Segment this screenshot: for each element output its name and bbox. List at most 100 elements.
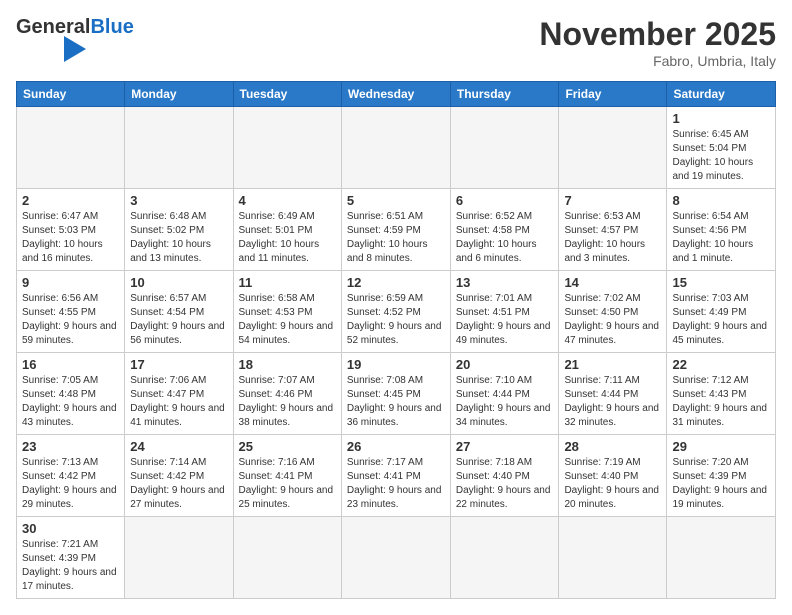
day-info: Sunrise: 7:20 AM Sunset: 4:39 PM Dayligh…: [672, 456, 770, 512]
calendar-cell: [341, 517, 450, 599]
calendar-cell: 3 Sunrise: 6:48 AM Sunset: 5:02 PM Daylig…: [125, 189, 233, 271]
calendar-week-5: 23 Sunrise: 7:13 AM Sunset: 4:42 PM Dayli…: [17, 435, 776, 517]
day-info: Sunrise: 7:18 AM Sunset: 4:40 PM Dayligh…: [456, 456, 554, 512]
day-number: 22: [672, 357, 770, 372]
day-info: Sunrise: 7:08 AM Sunset: 4:45 PM Dayligh…: [347, 374, 445, 430]
calendar-cell: [450, 517, 559, 599]
calendar-cell: 14 Sunrise: 7:02 AM Sunset: 4:50 PM Dayli…: [559, 271, 667, 353]
logo-triangle: [64, 36, 86, 62]
day-info: Sunrise: 6:54 AM Sunset: 4:56 PM Dayligh…: [672, 210, 770, 266]
day-info: Sunrise: 6:58 AM Sunset: 4:53 PM Dayligh…: [239, 292, 336, 348]
calendar-cell: 24 Sunrise: 7:14 AM Sunset: 4:42 PM Dayli…: [125, 435, 233, 517]
day-info: Sunrise: 6:47 AM Sunset: 5:03 PM Dayligh…: [22, 210, 119, 266]
day-info: Sunrise: 6:57 AM Sunset: 4:54 PM Dayligh…: [130, 292, 227, 348]
calendar-cell: [559, 107, 667, 189]
calendar-cell: 29 Sunrise: 7:20 AM Sunset: 4:39 PM Dayli…: [667, 435, 776, 517]
calendar-cell: 28 Sunrise: 7:19 AM Sunset: 4:40 PM Dayli…: [559, 435, 667, 517]
day-number: 18: [239, 357, 336, 372]
weekday-header-friday: Friday: [559, 82, 667, 107]
day-number: 27: [456, 439, 554, 454]
calendar-cell: [667, 517, 776, 599]
day-number: 9: [22, 275, 119, 290]
calendar-week-3: 9Sunrise: 6:56 AM Sunset: 4:55 PM Daylig…: [17, 271, 776, 353]
day-number: 3: [130, 193, 227, 208]
day-info: Sunrise: 6:48 AM Sunset: 5:02 PM Dayligh…: [130, 210, 227, 266]
calendar-week-6: 30Sunrise: 7:21 AM Sunset: 4:39 PM Dayli…: [17, 517, 776, 599]
calendar-cell: 12 Sunrise: 6:59 AM Sunset: 4:52 PM Dayli…: [341, 271, 450, 353]
calendar-cell: [233, 517, 341, 599]
weekday-header-saturday: Saturday: [667, 82, 776, 107]
calendar-week-1: 1 Sunrise: 6:45 AM Sunset: 5:04 PM Daylig…: [17, 107, 776, 189]
day-number: 5: [347, 193, 445, 208]
calendar-cell: 30Sunrise: 7:21 AM Sunset: 4:39 PM Dayli…: [17, 517, 125, 599]
day-number: 19: [347, 357, 445, 372]
day-info: Sunrise: 7:11 AM Sunset: 4:44 PM Dayligh…: [564, 374, 661, 430]
calendar-cell: 16 Sunrise: 7:05 AM Sunset: 4:48 PM Dayli…: [17, 353, 125, 435]
day-number: 2: [22, 193, 119, 208]
day-number: 10: [130, 275, 227, 290]
calendar-table: SundayMondayTuesdayWednesdayThursdayFrid…: [16, 81, 776, 599]
calendar-cell: 27 Sunrise: 7:18 AM Sunset: 4:40 PM Dayli…: [450, 435, 559, 517]
calendar-cell: 6 Sunrise: 6:52 AM Sunset: 4:58 PM Daylig…: [450, 189, 559, 271]
calendar-cell: 20Sunrise: 7:10 AM Sunset: 4:44 PM Dayli…: [450, 353, 559, 435]
calendar-week-4: 16 Sunrise: 7:05 AM Sunset: 4:48 PM Dayli…: [17, 353, 776, 435]
calendar-cell: 19 Sunrise: 7:08 AM Sunset: 4:45 PM Dayli…: [341, 353, 450, 435]
day-info: Sunrise: 7:16 AM Sunset: 4:41 PM Dayligh…: [239, 456, 336, 512]
calendar-cell: 18 Sunrise: 7:07 AM Sunset: 4:46 PM Dayli…: [233, 353, 341, 435]
day-info: Sunrise: 7:14 AM Sunset: 4:42 PM Dayligh…: [130, 456, 227, 512]
day-number: 12: [347, 275, 445, 290]
weekday-header-wednesday: Wednesday: [341, 82, 450, 107]
calendar-cell: 2 Sunrise: 6:47 AM Sunset: 5:03 PM Daylig…: [17, 189, 125, 271]
day-info: Sunrise: 6:59 AM Sunset: 4:52 PM Dayligh…: [347, 292, 445, 348]
day-number: 14: [564, 275, 661, 290]
day-number: 23: [22, 439, 119, 454]
day-number: 6: [456, 193, 554, 208]
weekday-header-row: SundayMondayTuesdayWednesdayThursdayFrid…: [17, 82, 776, 107]
day-number: 26: [347, 439, 445, 454]
day-number: 29: [672, 439, 770, 454]
day-info: Sunrise: 7:07 AM Sunset: 4:46 PM Dayligh…: [239, 374, 336, 430]
day-info: Sunrise: 7:12 AM Sunset: 4:43 PM Dayligh…: [672, 374, 770, 430]
logo: General Blue: [16, 16, 134, 62]
day-info: Sunrise: 7:05 AM Sunset: 4:48 PM Dayligh…: [22, 374, 119, 430]
day-info: Sunrise: 7:17 AM Sunset: 4:41 PM Dayligh…: [347, 456, 445, 512]
calendar-cell: [559, 517, 667, 599]
day-number: 24: [130, 439, 227, 454]
calendar-cell: 22 Sunrise: 7:12 AM Sunset: 4:43 PM Dayli…: [667, 353, 776, 435]
day-number: 1: [672, 111, 770, 126]
day-info: Sunrise: 7:03 AM Sunset: 4:49 PM Dayligh…: [672, 292, 770, 348]
page-header: General Blue November 2025 Fabro, Umbria…: [16, 16, 776, 69]
calendar-cell: 10 Sunrise: 6:57 AM Sunset: 4:54 PM Dayli…: [125, 271, 233, 353]
day-info: Sunrise: 6:52 AM Sunset: 4:58 PM Dayligh…: [456, 210, 554, 266]
day-number: 16: [22, 357, 119, 372]
calendar-cell: 4Sunrise: 6:49 AM Sunset: 5:01 PM Daylig…: [233, 189, 341, 271]
calendar-cell: [450, 107, 559, 189]
calendar-cell: [125, 107, 233, 189]
day-info: Sunrise: 7:19 AM Sunset: 4:40 PM Dayligh…: [564, 456, 661, 512]
calendar-cell: [233, 107, 341, 189]
day-info: Sunrise: 6:49 AM Sunset: 5:01 PM Dayligh…: [239, 210, 336, 266]
day-number: 28: [564, 439, 661, 454]
day-number: 13: [456, 275, 554, 290]
calendar-cell: 15Sunrise: 7:03 AM Sunset: 4:49 PM Dayli…: [667, 271, 776, 353]
month-title: November 2025: [539, 16, 776, 53]
day-number: 20: [456, 357, 554, 372]
day-number: 21: [564, 357, 661, 372]
day-number: 7: [564, 193, 661, 208]
calendar-cell: 5 Sunrise: 6:51 AM Sunset: 4:59 PM Daylig…: [341, 189, 450, 271]
weekday-header-sunday: Sunday: [17, 82, 125, 107]
calendar-cell: 26 Sunrise: 7:17 AM Sunset: 4:41 PM Dayli…: [341, 435, 450, 517]
calendar-cell: [341, 107, 450, 189]
day-number: 25: [239, 439, 336, 454]
day-info: Sunrise: 7:13 AM Sunset: 4:42 PM Dayligh…: [22, 456, 119, 512]
day-number: 11: [239, 275, 336, 290]
day-info: Sunrise: 6:45 AM Sunset: 5:04 PM Dayligh…: [672, 128, 770, 184]
day-info: Sunrise: 7:02 AM Sunset: 4:50 PM Dayligh…: [564, 292, 661, 348]
logo-blue: Blue: [90, 16, 133, 39]
day-number: 30: [22, 521, 119, 536]
calendar-cell: 25 Sunrise: 7:16 AM Sunset: 4:41 PM Dayli…: [233, 435, 341, 517]
day-info: Sunrise: 6:51 AM Sunset: 4:59 PM Dayligh…: [347, 210, 445, 266]
title-area: November 2025 Fabro, Umbria, Italy: [539, 16, 776, 69]
calendar-cell: 13Sunrise: 7:01 AM Sunset: 4:51 PM Dayli…: [450, 271, 559, 353]
calendar-cell: 17Sunrise: 7:06 AM Sunset: 4:47 PM Dayli…: [125, 353, 233, 435]
